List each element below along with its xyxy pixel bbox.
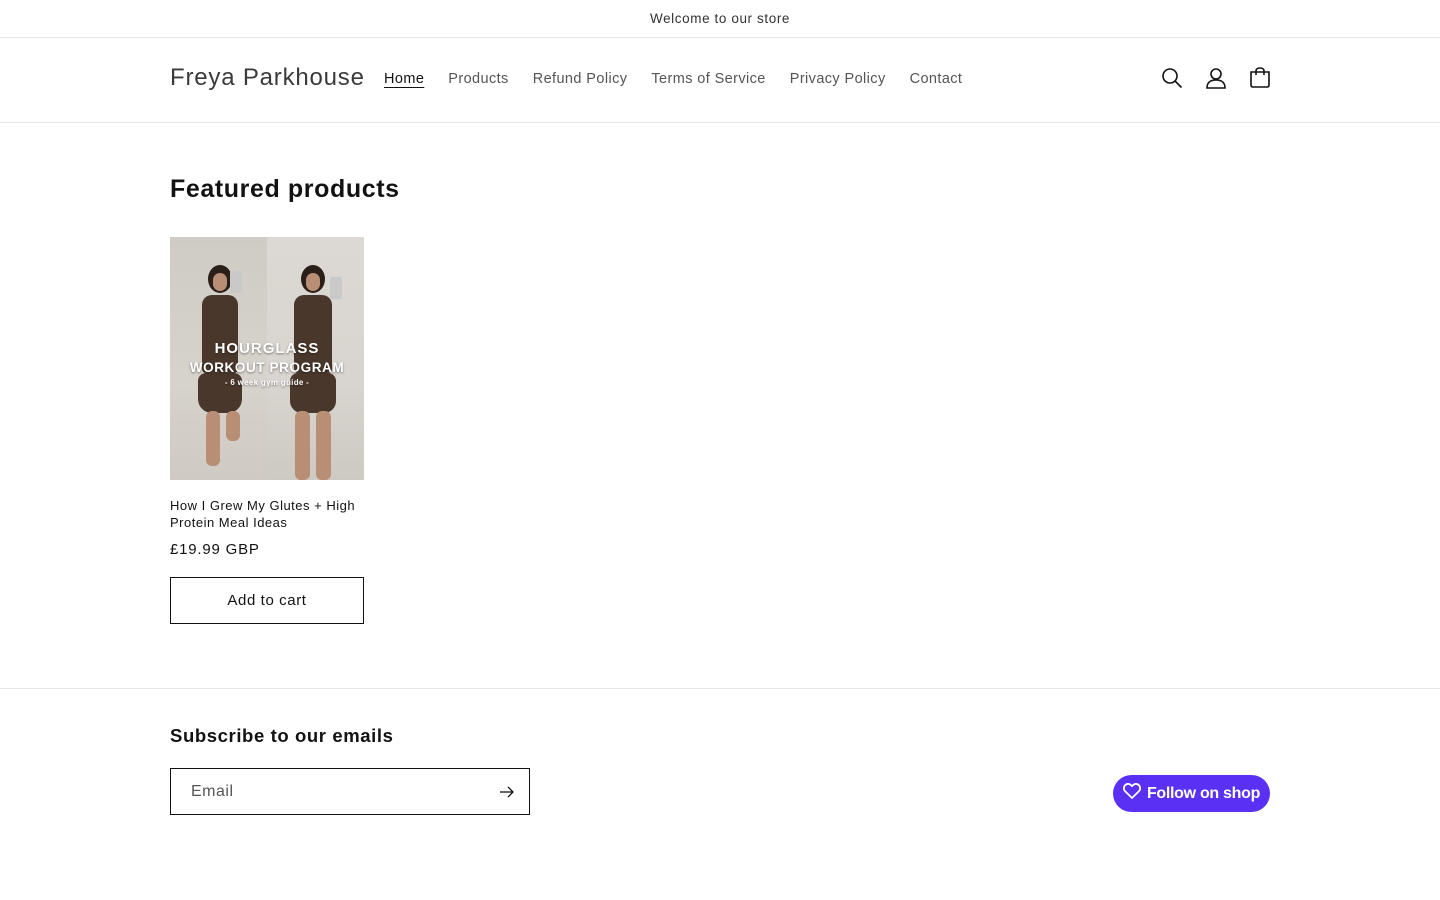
nav-products[interactable]: Products bbox=[448, 71, 508, 87]
figure-right-leg bbox=[295, 411, 310, 480]
subscribe-arrow-icon[interactable] bbox=[485, 769, 529, 814]
announcement-bar: Welcome to our store bbox=[0, 0, 1440, 38]
nav-terms-of-service[interactable]: Terms of Service bbox=[651, 71, 765, 87]
site-header: Freya Parkhouse Home Products Refund Pol… bbox=[0, 38, 1440, 123]
account-icon[interactable] bbox=[1204, 66, 1228, 90]
announcement-text: Welcome to our store bbox=[649, 11, 791, 26]
subscribe-title: Subscribe to our emails bbox=[170, 725, 394, 746]
figure-left-leg bbox=[206, 411, 220, 466]
follow-on-shop-button[interactable]: Follow on shop bbox=[1113, 775, 1270, 812]
header-icons bbox=[1160, 66, 1272, 90]
figure-right-face bbox=[306, 273, 320, 291]
nav-contact[interactable]: Contact bbox=[910, 71, 963, 87]
product-image[interactable]: HOURGLASS WORKOUT PROGRAM - 6 week gym g… bbox=[170, 237, 364, 480]
product-title[interactable]: How I Grew My Glutes + High Protein Meal… bbox=[170, 497, 364, 531]
image-text-line2: WORKOUT PROGRAM bbox=[189, 360, 345, 375]
nav-home[interactable]: Home bbox=[384, 71, 424, 87]
product-card: HOURGLASS WORKOUT PROGRAM - 6 week gym g… bbox=[170, 237, 364, 624]
image-text-line3: - 6 week gym guide - bbox=[224, 378, 310, 387]
featured-products-title: Featured products bbox=[170, 175, 400, 203]
email-form bbox=[170, 768, 530, 815]
site-footer: Subscribe to our emails Follow on shop bbox=[0, 688, 1440, 900]
search-icon[interactable] bbox=[1160, 66, 1184, 90]
heart-icon bbox=[1122, 783, 1141, 804]
image-overlay-text: HOURGLASS WORKOUT PROGRAM - 6 week gym g… bbox=[170, 339, 364, 389]
nav-privacy-policy[interactable]: Privacy Policy bbox=[790, 71, 886, 87]
image-text-line1: HOURGLASS bbox=[214, 340, 320, 357]
figure-right-phone bbox=[330, 277, 342, 299]
add-to-cart-button[interactable]: Add to cart bbox=[170, 577, 364, 624]
follow-on-shop-label: Follow on shop bbox=[1146, 784, 1261, 802]
email-input[interactable] bbox=[171, 769, 485, 814]
product-price: £19.99 GBP bbox=[170, 541, 260, 558]
figure-left-leg2 bbox=[226, 411, 240, 441]
figure-right-leg2 bbox=[316, 411, 331, 480]
cart-icon[interactable] bbox=[1248, 66, 1272, 90]
store-logo[interactable]: Freya Parkhouse bbox=[170, 64, 365, 92]
figure-left-phone bbox=[230, 271, 242, 293]
nav-refund-policy[interactable]: Refund Policy bbox=[533, 71, 628, 87]
figure-left-face bbox=[213, 273, 227, 291]
main-nav: Home Products Refund Policy Terms of Ser… bbox=[384, 71, 986, 87]
